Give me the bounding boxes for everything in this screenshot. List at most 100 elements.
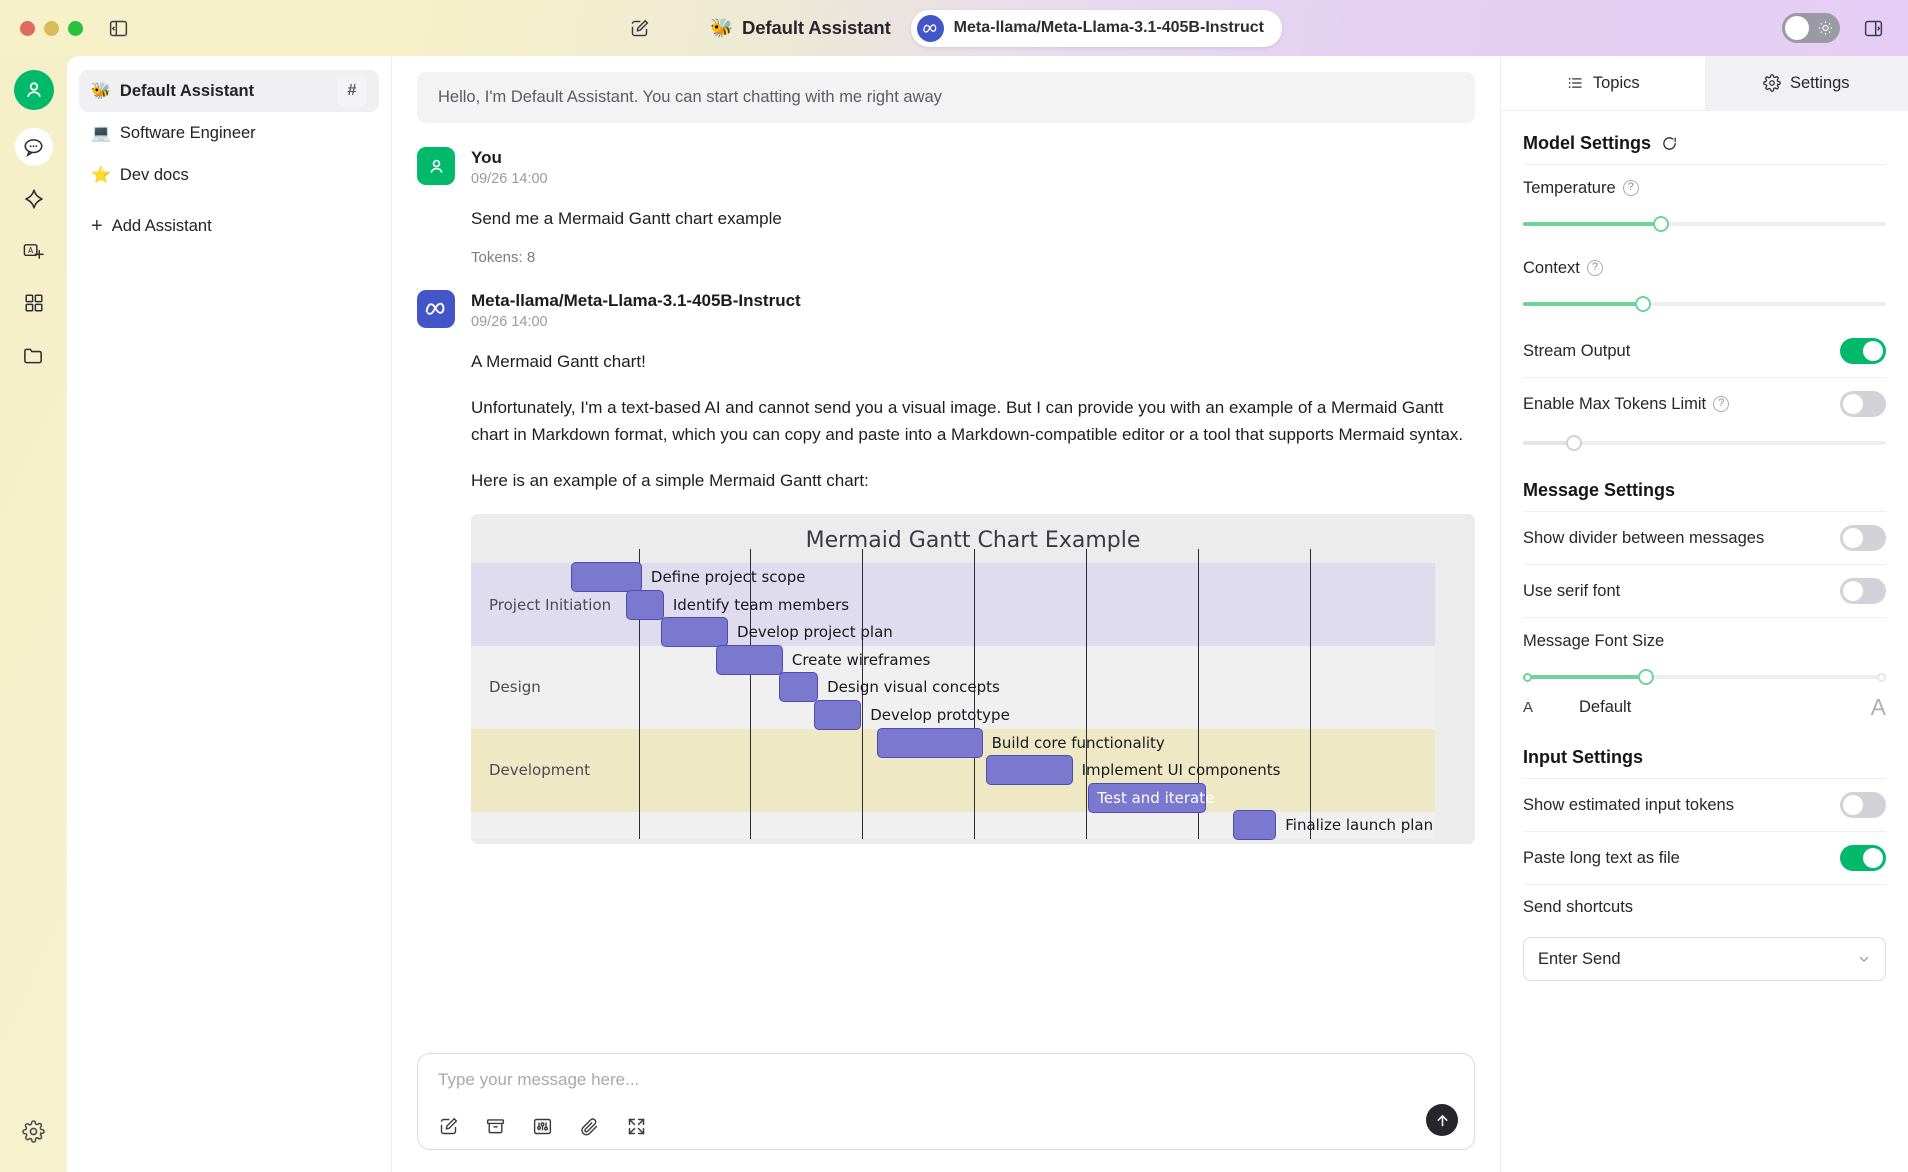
minimize-window-button[interactable] — [44, 20, 59, 36]
gear-icon — [1763, 74, 1781, 92]
font-size-label: Message Font Size — [1523, 631, 1665, 650]
slider-thumb[interactable] — [1652, 216, 1669, 232]
stream-output-label: Stream Output — [1523, 341, 1631, 360]
temperature-slider[interactable] — [1523, 213, 1886, 235]
message-header: Meta-llama/Meta-Llama-3.1-405B-Instruct … — [417, 289, 1475, 331]
chat-scroll-region[interactable]: Hello, I'm Default Assistant. You can st… — [392, 56, 1500, 1053]
message-timestamp: 09/26 14:00 — [471, 314, 548, 331]
max-tokens-row: Enable Max Tokens Limit ? — [1523, 378, 1886, 430]
estimated-tokens-row: Show estimated input tokens — [1523, 779, 1886, 831]
max-tokens-label: Enable Max Tokens Limit ? — [1523, 394, 1730, 414]
titlebar-assistant-name[interactable]: 🐝 Default Assistant — [710, 17, 891, 39]
context-slider[interactable] — [1523, 293, 1886, 315]
max-tokens-toggle[interactable] — [1840, 391, 1886, 417]
model-selector-pill[interactable]: Meta-llama/Meta-Llama-3.1-405B-Instruct — [910, 9, 1282, 47]
expand-icon[interactable] — [626, 1116, 647, 1137]
sidebar-item-files[interactable] — [15, 336, 53, 374]
temperature-row: Temperature ? — [1523, 165, 1886, 211]
gear-icon — [22, 1119, 45, 1143]
stream-output-row: Stream Output — [1523, 325, 1886, 377]
serif-font-row: Use serif font — [1523, 565, 1886, 617]
panel-left-icon[interactable] — [105, 15, 131, 41]
assistant-item-dev-docs[interactable]: ⭐ Dev docs — [79, 154, 379, 196]
chart-task-bar — [986, 755, 1073, 786]
slider-thumb[interactable] — [1565, 435, 1582, 451]
model-settings-heading: Model Settings — [1523, 133, 1886, 154]
edit-square-icon[interactable] — [626, 15, 652, 41]
titlebar-center: 🐝 Default Assistant Meta-llama/Meta-Llam… — [0, 9, 1908, 47]
chart-section-label: Project Initiation — [489, 595, 612, 614]
assistant-emoji: 💻 — [91, 125, 111, 142]
sidebar-item-settings[interactable] — [15, 1112, 53, 1150]
assistant-emoji: 🐝 — [91, 83, 111, 100]
label-text: Enable Max Tokens Limit — [1523, 394, 1707, 413]
panel-right-icon[interactable] — [1860, 15, 1886, 41]
sidebar-item-translate[interactable]: A — [15, 232, 53, 270]
tab-settings[interactable]: Settings — [1704, 56, 1908, 110]
close-window-button[interactable] — [20, 20, 35, 36]
knowledge-base-icon[interactable] — [485, 1116, 506, 1137]
serif-font-toggle[interactable] — [1840, 578, 1886, 604]
sidebar-item-apps[interactable] — [15, 284, 53, 322]
send-shortcuts-row: Send shortcuts — [1523, 885, 1886, 929]
grid-apps-icon — [23, 292, 45, 314]
add-assistant-button[interactable]: + Add Assistant — [79, 205, 379, 247]
stream-output-toggle[interactable] — [1840, 338, 1886, 364]
titlebar-right — [1782, 13, 1908, 43]
message-paragraph: A Mermaid Gantt chart! — [471, 352, 646, 372]
mcp-tools-icon[interactable] — [532, 1116, 553, 1137]
send-button[interactable] — [1426, 1104, 1458, 1136]
assistant-item-default[interactable]: 🐝 Default Assistant # — [79, 70, 379, 112]
assistant-item-software-engineer[interactable]: 💻 Software Engineer — [79, 112, 379, 154]
slider-thumb[interactable] — [1634, 296, 1651, 312]
context-label: Context ? — [1523, 259, 1603, 278]
label-text: Context — [1523, 258, 1580, 277]
chart-task-bar — [716, 644, 783, 675]
chart-task-label: Identify team members — [672, 595, 850, 614]
question-icon[interactable]: ? — [1586, 260, 1603, 276]
sidebar-item-agents[interactable] — [15, 180, 53, 218]
message-composer[interactable]: Type your message here... — [417, 1053, 1475, 1150]
maximize-window-button[interactable] — [68, 20, 83, 36]
paste-long-text-toggle[interactable] — [1840, 845, 1886, 871]
slider-thumb[interactable] — [1638, 669, 1655, 685]
hash-icon[interactable]: # — [337, 76, 367, 106]
icon-rail: A — [0, 56, 67, 1172]
send-shortcuts-select[interactable]: Enter Send — [1523, 937, 1886, 981]
paste-long-text-label: Paste long text as file — [1523, 848, 1680, 867]
serif-font-label: Use serif font — [1523, 581, 1621, 600]
new-topic-icon[interactable] — [438, 1116, 459, 1137]
slider-fill — [1523, 222, 1661, 226]
settings-panel: Topics Settings Model Settings Temperatu… — [1500, 56, 1908, 1172]
chevron-down-icon — [1857, 952, 1871, 966]
chart-task-bar — [626, 589, 664, 620]
chart-task-label: Build core functionality — [991, 733, 1165, 752]
user-avatar[interactable] — [13, 70, 54, 110]
refresh-icon[interactable] — [1661, 135, 1678, 152]
chart-section-label: Development — [489, 761, 590, 780]
estimated-tokens-toggle[interactable] — [1840, 792, 1886, 818]
chart-gridline — [750, 549, 752, 840]
chart-task-label: Implement UI components — [1081, 761, 1281, 780]
question-icon[interactable]: ? — [1622, 180, 1639, 196]
meta-logo-icon — [916, 14, 944, 42]
assistant-name-label: Default Assistant — [741, 17, 891, 38]
input-settings-heading: Input Settings — [1523, 747, 1643, 767]
assistant-greeting: Hello, I'm Default Assistant. You can st… — [417, 72, 1475, 123]
theme-toggle[interactable] — [1782, 13, 1840, 43]
chart-sections: Project Initiation Design Development — [471, 563, 1475, 840]
font-size-slider[interactable] — [1523, 666, 1886, 688]
attachment-icon[interactable] — [579, 1116, 600, 1137]
message-body: A Mermaid Gantt chart! Unfortunately, I'… — [417, 348, 1475, 494]
sidebar-item-chat[interactable] — [14, 128, 53, 166]
show-divider-toggle[interactable] — [1840, 525, 1886, 551]
message-input[interactable]: Type your message here... — [436, 1070, 1456, 1090]
tab-settings-label: Settings — [1789, 73, 1850, 92]
chart-task-label: Design visual concepts — [827, 678, 1000, 697]
tab-topics[interactable]: Topics — [1501, 56, 1705, 110]
question-icon[interactable]: ? — [1713, 396, 1730, 412]
max-tokens-slider[interactable] — [1523, 432, 1886, 454]
window-controls — [0, 20, 83, 36]
send-shortcuts-value: Enter Send — [1538, 949, 1621, 968]
assistant-emoji: 🐝 — [710, 17, 733, 38]
